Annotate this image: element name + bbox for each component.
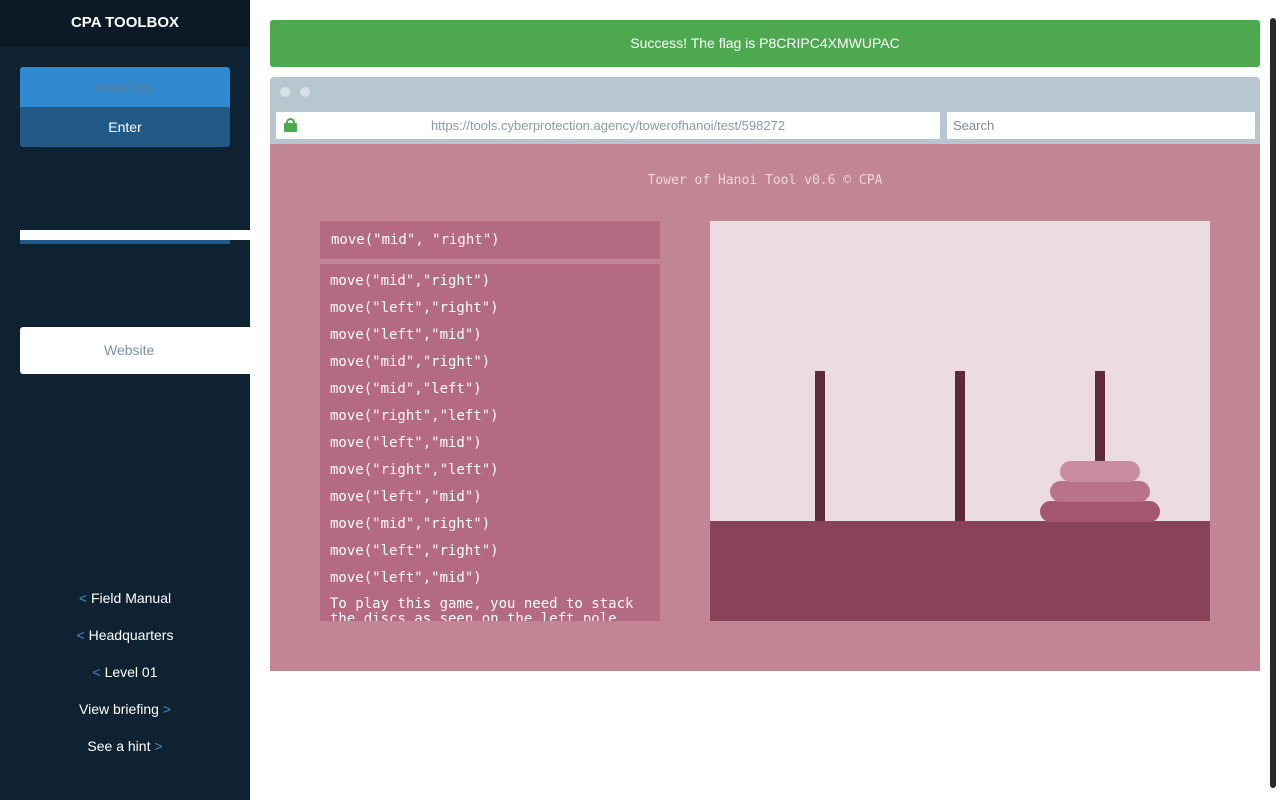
level-link[interactable]: < Level 01 [0,664,250,680]
history-line: move("left","mid") [330,570,482,586]
history-line: move("mid","right") [330,354,491,370]
divider [20,230,250,240]
flag-input[interactable] [20,67,230,107]
history-line: move("right","left") [330,462,499,478]
history-line: move("left","mid") [330,435,482,451]
enter-button[interactable]: Enter [20,107,230,147]
disk-small[interactable] [1060,461,1140,482]
see-hint-label: See a hint [87,738,151,754]
success-banner: Success! The flag is P8CRIPC4XMWUPAC [270,20,1260,67]
move-history: move("mid","right") move("left","right")… [320,264,660,621]
url-bar[interactable]: https://tools.cyberprotection.agency/tow… [276,112,940,139]
window-dot-icon [300,87,310,97]
help-text: To play this game, you need to stack the… [330,596,634,622]
history-line: move("mid","left") [330,381,482,397]
chevron-left-icon: < [78,590,88,606]
history-line: move("right","left") [330,408,499,424]
chevron-right-icon: > [154,738,163,754]
history-line: move("left","mid") [330,327,482,343]
window-dot-icon [280,87,290,97]
peg-mid[interactable] [955,371,965,521]
history-line: move("mid","right") [330,273,491,289]
headquarters-label: Headquarters [88,627,174,643]
website-tab[interactable]: Website [20,327,250,374]
command-input[interactable] [320,221,660,259]
view-briefing-link[interactable]: View briefing > [0,701,250,717]
lock-icon [284,118,297,132]
field-manual-label: Field Manual [90,590,172,606]
view-briefing-label: View briefing [79,701,159,717]
sidebar-title: CPA TOOLBOX [0,0,250,47]
level-label: Level 01 [104,664,158,680]
history-line: move("left","right") [330,543,499,559]
divider-accent [20,240,230,244]
app-title: Tower of Hanoi Tool v0.6 © CPA [647,173,883,188]
chevron-left-icon: < [92,664,101,680]
see-hint-link[interactable]: See a hint > [0,738,250,754]
field-manual-link[interactable]: < Field Manual [0,590,250,606]
disk-large[interactable] [1040,501,1160,522]
disk-medium[interactable] [1050,481,1150,502]
search-input[interactable] [947,112,1255,139]
peg-left[interactable] [815,371,825,521]
history-line: move("left","mid") [330,489,482,505]
game-ground [710,521,1210,621]
headquarters-link[interactable]: < Headquarters [0,627,250,643]
chevron-left-icon: < [76,627,85,643]
chevron-right-icon: > [162,701,171,717]
history-line: move("left","right") [330,300,499,316]
scrollbar-thumb[interactable] [1270,18,1276,788]
history-line: move("mid","right") [330,516,491,532]
